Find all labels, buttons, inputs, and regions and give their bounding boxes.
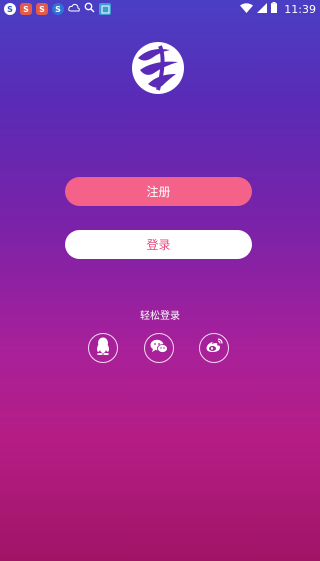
register-button[interactable]: 注册 <box>65 177 252 206</box>
sogou-app-icon: S <box>4 3 16 15</box>
system-icons: 11:39 <box>240 2 316 16</box>
weibo-icon <box>205 338 223 358</box>
battery-icon <box>271 2 278 16</box>
clock: 11:39 <box>284 2 316 16</box>
cloud-icon <box>68 3 80 16</box>
notification-icons: S S S S <box>4 2 111 16</box>
sogou-blue-app-icon: S <box>52 3 64 15</box>
login-button[interactable]: 登录 <box>65 230 252 259</box>
wifi-icon <box>240 2 254 16</box>
sogou-red-app-icon-2: S <box>36 3 48 15</box>
sogou-red-app-icon: S <box>20 3 32 15</box>
login-screen: S S S S 11:39 注册 登录 轻松登录 <box>0 0 320 561</box>
qq-login-button[interactable] <box>88 333 118 363</box>
wechat-login-button[interactable] <box>144 333 174 363</box>
status-bar: S S S S 11:39 <box>0 0 320 18</box>
store-app-icon <box>99 3 111 15</box>
wechat-icon <box>150 339 168 358</box>
search-icon <box>84 2 95 16</box>
qq-icon <box>95 337 111 359</box>
signal-icon <box>257 2 268 16</box>
weibo-login-button[interactable] <box>199 333 229 363</box>
easy-login-label: 轻松登录 <box>140 311 180 322</box>
app-logo <box>130 40 186 96</box>
